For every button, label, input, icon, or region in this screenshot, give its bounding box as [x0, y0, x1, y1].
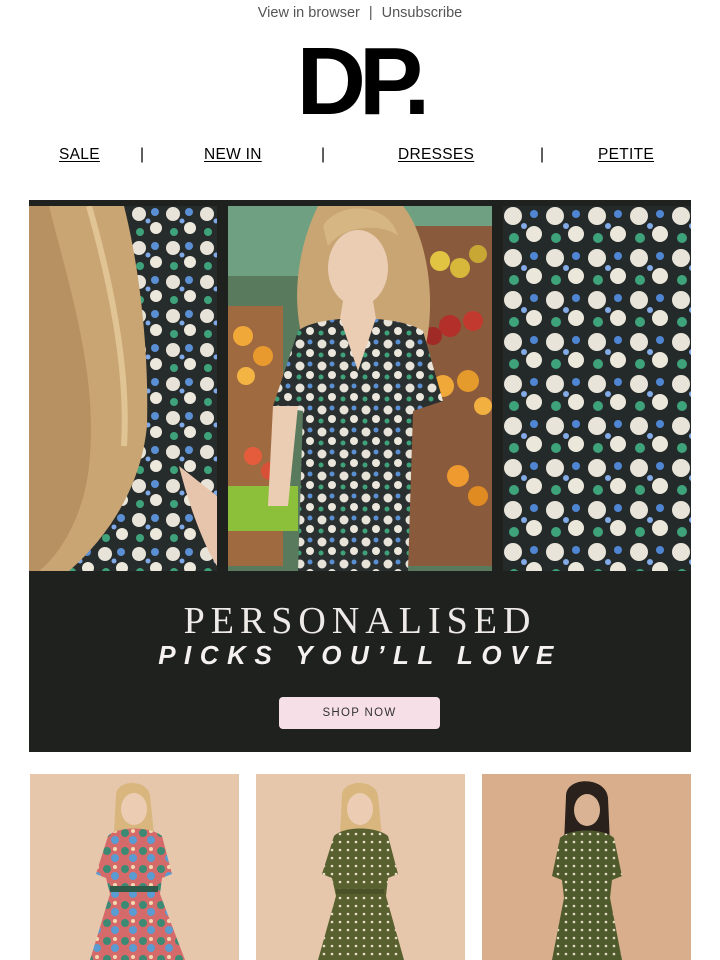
nav-item-sale[interactable]: SALE [59, 146, 100, 164]
brand-logo[interactable]: DP. [0, 34, 720, 130]
nav-separator: | [540, 146, 545, 163]
preheader: View in browser | Unsubscribe [0, 5, 720, 21]
preheader-separator: | [368, 5, 373, 21]
product-tile-3[interactable] [482, 774, 691, 960]
shop-now-button[interactable]: SHOP NOW [279, 697, 440, 729]
product-image-polka-dot-midi-dress [482, 774, 691, 960]
nav-separator: | [140, 146, 145, 163]
hero-image-fabric [503, 206, 691, 571]
unsubscribe-link[interactable]: Unsubscribe [382, 5, 463, 21]
view-in-browser-link[interactable]: View in browser [258, 5, 360, 21]
product-tile-2[interactable] [256, 774, 465, 960]
hero-banner[interactable]: PERSONALISED PICKS YOU’LL LOVE SHOP NOW [29, 200, 691, 752]
nav-item-petite[interactable]: PETITE [598, 146, 654, 164]
hero-image-model [228, 206, 492, 571]
product-image-polka-dot-shirt-dress [256, 774, 465, 960]
hero-subheadline: PICKS YOU’LL LOVE [158, 640, 562, 670]
hero-image-sleeve [29, 206, 217, 571]
product-image-floral-dress [30, 774, 239, 960]
product-tile-1[interactable] [30, 774, 239, 960]
main-nav: SALE | NEW IN | DRESSES | PETITE [0, 146, 720, 168]
nav-item-new-in[interactable]: NEW IN [204, 146, 262, 164]
nav-item-dresses[interactable]: DRESSES [398, 146, 474, 164]
hero-headline: PERSONALISED [183, 600, 537, 642]
nav-separator: | [321, 146, 326, 163]
